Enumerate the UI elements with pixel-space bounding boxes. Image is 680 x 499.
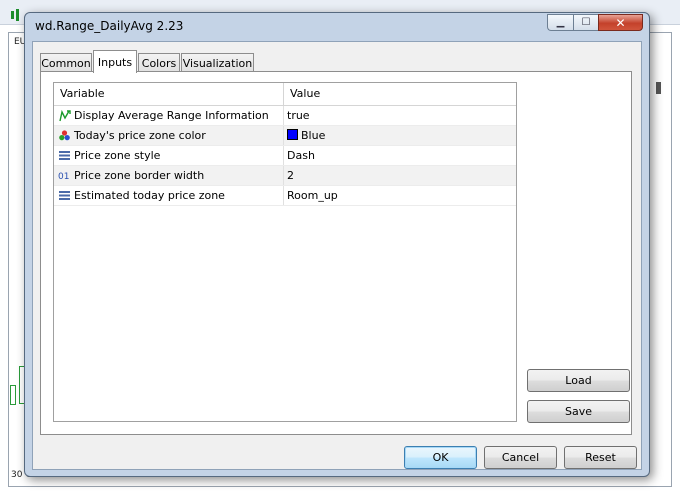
dialog-title: wd.Range_DailyAvg 2.23 [35, 19, 184, 33]
caption-buttons: ▁ ☐ ✕ [547, 14, 643, 31]
value-cell[interactable]: true [284, 106, 516, 125]
grid-row[interactable]: Price zone style Dash [54, 146, 516, 166]
svg-text:01: 01 [58, 172, 69, 182]
load-button-label: Load [565, 374, 592, 387]
value-text: Room_up [287, 189, 338, 202]
tab-label: Colors [141, 56, 177, 70]
tab-inputs[interactable]: Inputs [93, 50, 137, 73]
inputs-grid: Variable Value Display Average Range Inf… [53, 82, 517, 422]
ok-button-label: OK [432, 451, 449, 464]
grid-row[interactable]: Estimated today price zone Room_up [54, 186, 516, 206]
enum-list-icon [59, 151, 70, 160]
grid-header: Variable Value [54, 83, 516, 106]
load-button[interactable]: Load [527, 369, 630, 392]
value-cell[interactable]: Blue [284, 126, 516, 145]
value-text: 2 [287, 169, 294, 182]
value-text: Blue [301, 129, 326, 142]
variable-cell[interactable]: Display Average Range Information [54, 106, 284, 125]
indicator-properties-dialog: wd.Range_DailyAvg 2.23 ▁ ☐ ✕ Common Inpu… [24, 12, 650, 477]
chart-candle [10, 385, 16, 405]
maximize-button[interactable]: ☐ [573, 14, 598, 31]
tab-label: Common [41, 56, 91, 70]
save-button[interactable]: Save [527, 400, 630, 423]
close-icon: ✕ [615, 15, 626, 30]
cancel-button[interactable]: Cancel [484, 446, 557, 469]
close-button[interactable]: ✕ [598, 14, 643, 31]
grid-row[interactable]: Today's price zone color Blue [54, 126, 516, 146]
candlestick-chart-icon [11, 9, 20, 21]
ok-button[interactable]: OK [404, 446, 477, 469]
tab-visualization[interactable]: Visualization [181, 53, 254, 72]
cancel-button-label: Cancel [501, 451, 540, 464]
maximize-icon: ☐ [581, 17, 591, 28]
variable-name: Display Average Range Information [74, 109, 269, 122]
inputs-tab-panel: Variable Value Display Average Range Inf… [40, 71, 632, 435]
int-01-icon: 01 [58, 172, 69, 182]
save-button-label: Save [564, 405, 592, 418]
grid-row[interactable]: Display Average Range Information true [54, 106, 516, 126]
chart-scroll-marker [656, 82, 661, 94]
column-header-value[interactable]: Value [284, 83, 516, 105]
variable-cell[interactable]: Today's price zone color [54, 126, 284, 145]
minimize-button[interactable]: ▁ [547, 14, 573, 31]
column-header-variable[interactable]: Variable [54, 83, 284, 105]
color-dots-icon [59, 130, 70, 141]
reset-button[interactable]: Reset [564, 446, 637, 469]
variable-cell[interactable]: 01 Price zone border width [54, 166, 284, 185]
enum-list-icon [59, 191, 70, 200]
variable-cell[interactable]: Estimated today price zone [54, 186, 284, 205]
variable-cell[interactable]: Price zone style [54, 146, 284, 165]
value-cell[interactable]: 2 [284, 166, 516, 185]
value-cell[interactable]: Dash [284, 146, 516, 165]
variable-name: Today's price zone color [74, 129, 206, 142]
value-text: Dash [287, 149, 315, 162]
variable-name: Price zone style [74, 149, 161, 162]
tab-colors[interactable]: Colors [138, 53, 180, 72]
color-swatch [287, 129, 298, 140]
dialog-client-area: Common Inputs Colors Visualization Varia… [32, 41, 642, 470]
value-text: true [287, 109, 310, 122]
value-cell[interactable]: Room_up [284, 186, 516, 205]
minimize-icon: ▁ [556, 17, 565, 28]
grid-row[interactable]: 01 Price zone border width 2 [54, 166, 516, 186]
bool-arrow-icon [59, 109, 71, 122]
tab-label: Inputs [97, 55, 133, 69]
tab-common[interactable]: Common [40, 53, 92, 72]
variable-name: Estimated today price zone [74, 189, 225, 202]
variable-name: Price zone border width [74, 169, 205, 182]
tab-label: Visualization [182, 56, 253, 70]
reset-button-label: Reset [585, 451, 616, 464]
